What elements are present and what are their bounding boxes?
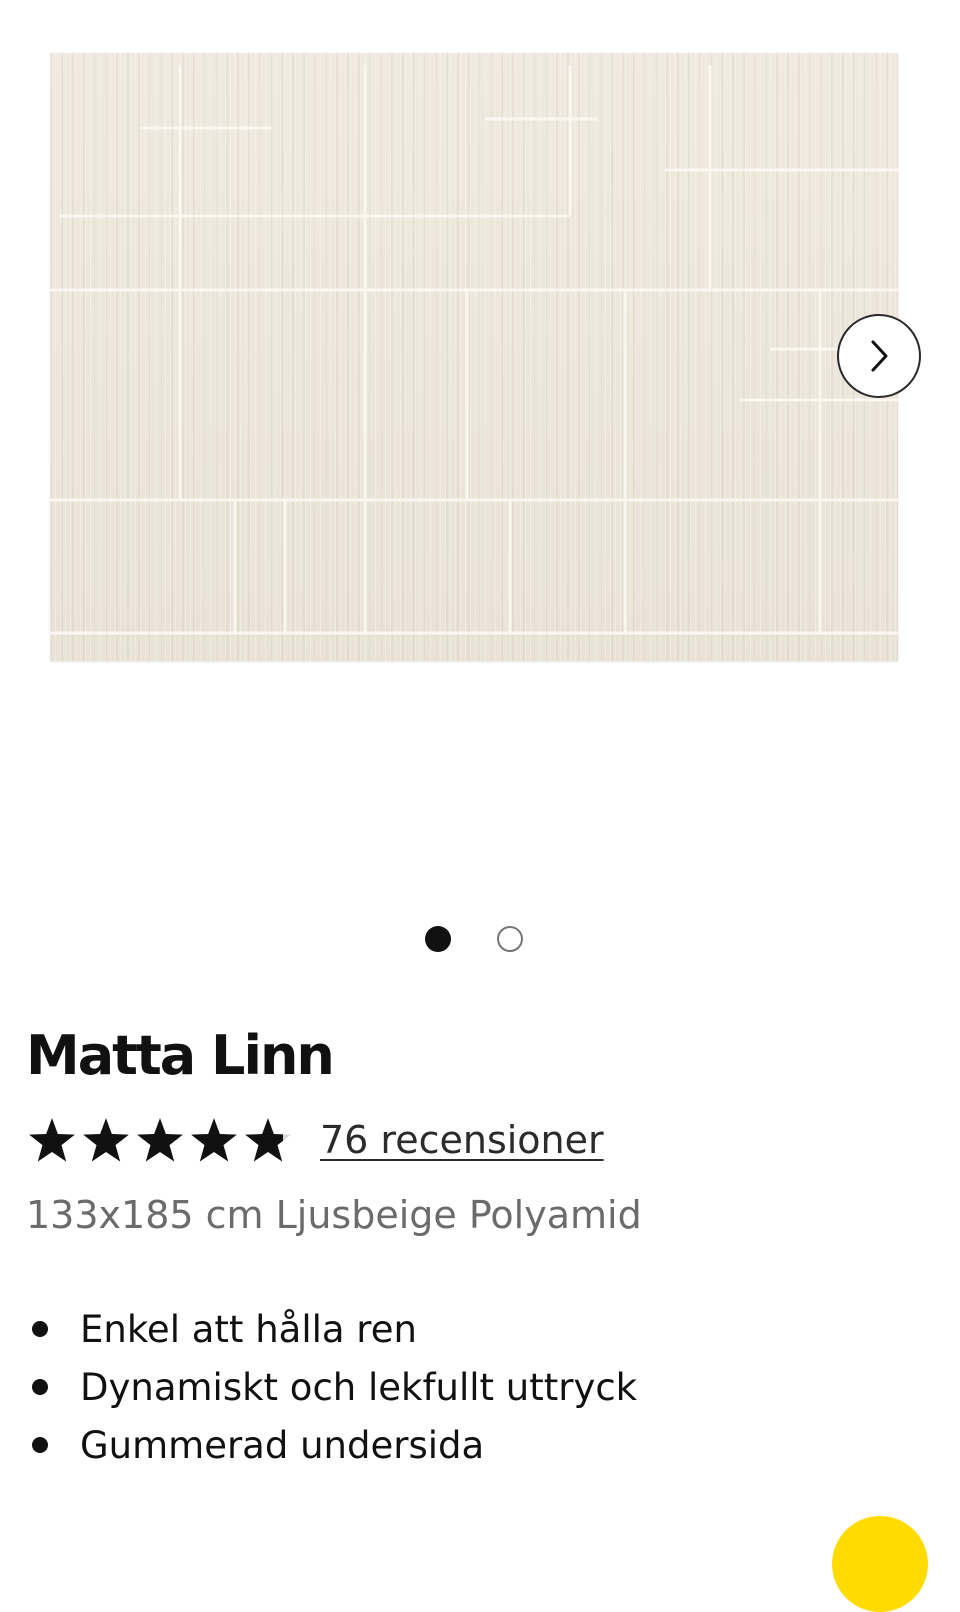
feature-item: Enkel att hålla ren	[26, 1300, 637, 1358]
feature-text: Dynamiskt och lekfullt uttryck	[80, 1365, 638, 1409]
product-title: Matta Linn	[26, 1024, 335, 1087]
feature-text: Enkel att hålla ren	[80, 1307, 417, 1351]
rug-pattern	[50, 65, 898, 635]
bullet-icon	[32, 1321, 48, 1337]
bullet-icon	[32, 1437, 48, 1453]
chat-button[interactable]	[832, 1516, 928, 1612]
product-features: Enkel att hålla ren Dynamiskt och lekfull…	[26, 1300, 637, 1474]
star-icon	[83, 1118, 129, 1162]
reviews-link[interactable]: 76 recensioner	[320, 1118, 604, 1162]
product-image-gallery[interactable]	[0, 0, 960, 900]
gallery-pagination	[0, 924, 960, 954]
rating-stars	[26, 1116, 296, 1164]
star-icon	[191, 1118, 237, 1162]
feature-text: Gummerad undersida	[80, 1423, 485, 1467]
next-image-button[interactable]	[837, 314, 921, 398]
star-icon	[29, 1118, 75, 1162]
feature-item: Dynamiskt och lekfullt uttryck	[26, 1358, 637, 1416]
product-rating: 76 recensioner	[26, 1110, 604, 1170]
product-image	[50, 53, 898, 661]
feature-item: Gummerad undersida	[26, 1416, 637, 1474]
pagination-dot-2[interactable]	[497, 926, 523, 952]
product-description: 133x185 cm Ljusbeige Polyamid	[26, 1193, 642, 1237]
bullet-icon	[32, 1379, 48, 1395]
pagination-dot-1[interactable]	[425, 926, 451, 952]
star-icon	[245, 1118, 291, 1162]
star-icon	[137, 1118, 183, 1162]
chevron-right-icon	[871, 340, 888, 372]
